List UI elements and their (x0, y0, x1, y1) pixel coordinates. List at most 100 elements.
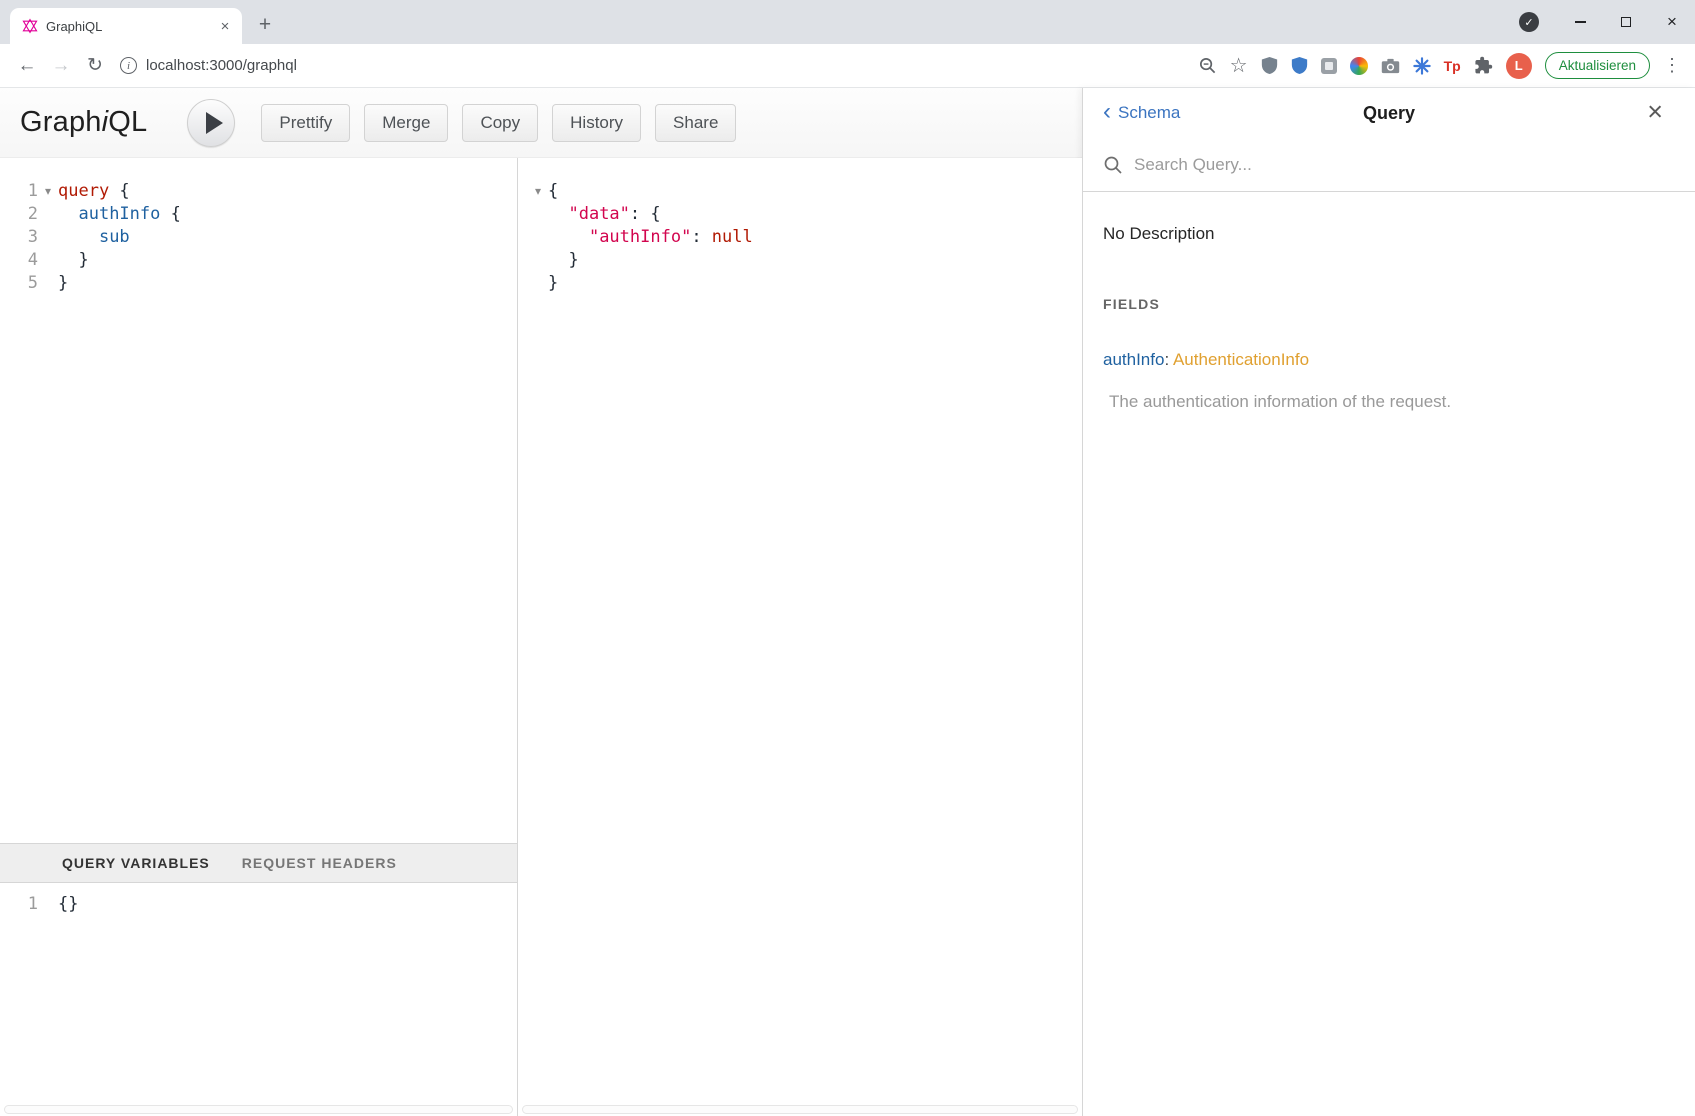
extension-camera-icon[interactable] (1381, 58, 1400, 74)
editors-area: 1▾query {2 authInfo {3 sub4 }5} QUERY VA… (0, 158, 1082, 1116)
browser-tab-graphiql[interactable]: GraphiQL × (10, 8, 242, 44)
browser-update-button[interactable]: Aktualisieren (1545, 52, 1650, 79)
window-close-button[interactable]: × (1649, 0, 1695, 44)
search-icon (1103, 155, 1123, 175)
extension-asterisk-icon[interactable] (1413, 57, 1431, 75)
merge-button[interactable]: Merge (364, 104, 448, 142)
chevron-left-icon: ‹ (1103, 100, 1111, 124)
address-bar-input[interactable]: i localhost:3000/graphql (120, 57, 1198, 74)
tab-close-icon[interactable]: × (216, 17, 234, 35)
browser-toolbar: ← → ↻ i localhost:3000/graphql ☆ (0, 44, 1695, 88)
code-text: } (548, 249, 579, 272)
fold-arrow-icon[interactable]: ▾ (528, 180, 548, 203)
extension-square-icon[interactable] (1321, 58, 1337, 74)
extension-shield-blue-icon[interactable] (1291, 56, 1308, 75)
code-text: } (58, 249, 89, 272)
field-name-link[interactable]: authInfo (1103, 350, 1164, 369)
doc-search (1083, 138, 1695, 192)
window-maximize-button[interactable] (1603, 0, 1649, 44)
type-name-link[interactable]: AuthenticationInfo (1173, 350, 1309, 369)
extension-pinwheel-icon[interactable] (1350, 57, 1368, 75)
bookmark-star-icon[interactable]: ☆ (1230, 53, 1248, 78)
fold-gutter (528, 249, 548, 272)
zoom-icon[interactable] (1198, 56, 1217, 75)
doc-explorer-header: ‹ Schema Query × (1083, 88, 1695, 138)
query-variables-editor[interactable]: 1 {} (0, 883, 517, 1116)
code-line: "data": { (528, 203, 1082, 226)
history-button[interactable]: History (552, 104, 641, 142)
doc-close-icon[interactable]: × (1647, 96, 1663, 127)
response-viewer[interactable]: ▾{ "data": { "authInfo": null }} (518, 158, 1082, 295)
forward-button[interactable]: → (44, 50, 78, 82)
tab-request-headers[interactable]: REQUEST HEADERS (242, 855, 397, 871)
code-line: 3 sub (0, 226, 517, 249)
graphiql-topbar: GraphiQL Prettify Merge Copy History Sha… (0, 88, 1082, 158)
profile-avatar[interactable]: L (1506, 53, 1532, 79)
line-number: 2 (0, 203, 38, 226)
code-line: } (528, 272, 1082, 295)
code-line: 4 } (0, 249, 517, 272)
fold-arrow-icon[interactable]: ▾ (38, 180, 58, 203)
code-text: } (58, 272, 68, 295)
doc-type-description: No Description (1103, 224, 1675, 244)
field-separator: : (1164, 350, 1173, 369)
execute-query-button[interactable] (187, 99, 235, 147)
fold-gutter (528, 226, 548, 249)
new-tab-button[interactable]: + (250, 10, 280, 40)
doc-search-input[interactable] (1134, 155, 1675, 175)
line-number: 5 (0, 272, 38, 295)
code-text: "data": { (548, 203, 661, 226)
fold-gutter (38, 226, 58, 249)
code-line: "authInfo": null (528, 226, 1082, 249)
graphiql-left-section: GraphiQL Prettify Merge Copy History Sha… (0, 88, 1082, 1116)
maximize-icon (1621, 17, 1631, 27)
response-pane: ▾{ "data": { "authInfo": null }} (517, 158, 1082, 1116)
line-number: 4 (0, 249, 38, 272)
graphql-favicon-icon (22, 18, 38, 34)
logo-text-pre: Graph (20, 106, 102, 138)
extension-tampermonkey-icon[interactable]: Tp (1444, 58, 1461, 74)
site-info-icon[interactable]: i (120, 57, 137, 74)
code-line: 1▾query { (0, 180, 517, 203)
toolbar-actions: ☆ Tp L Aktualisieren ⋮ (1198, 52, 1685, 79)
code-text: {} (58, 893, 78, 916)
doc-back-label: Schema (1118, 103, 1180, 123)
query-pane: 1▾query {2 authInfo {3 sub4 }5} QUERY VA… (0, 158, 517, 1116)
fold-gutter (528, 272, 548, 295)
field-description: The authentication information of the re… (1103, 392, 1675, 412)
horizontal-scrollbar[interactable] (522, 1105, 1078, 1114)
copy-button[interactable]: Copy (462, 104, 538, 142)
code-text: authInfo { (58, 203, 181, 226)
reload-button[interactable]: ↻ (78, 50, 112, 82)
code-text: { (548, 180, 558, 203)
browser-window: GraphiQL × + ✓ × ← → ↻ i localhost:3000/… (0, 0, 1695, 1116)
fold-gutter (528, 203, 548, 226)
window-controls: ✓ × (1519, 0, 1695, 44)
code-text: } (548, 272, 558, 295)
code-line: 5} (0, 272, 517, 295)
back-button[interactable]: ← (10, 50, 44, 82)
query-editor[interactable]: 1▾query {2 authInfo {3 sub4 }5} (0, 158, 517, 843)
doc-field-item: authInfo: AuthenticationInfo (1103, 350, 1675, 370)
code-line: 1 {} (0, 893, 517, 916)
share-button[interactable]: Share (655, 104, 736, 142)
doc-content: No Description FIELDS authInfo: Authenti… (1083, 192, 1695, 432)
window-minimize-button[interactable] (1557, 0, 1603, 44)
browser-menu-icon[interactable]: ⋮ (1663, 55, 1681, 76)
horizontal-scrollbar[interactable] (4, 1105, 513, 1114)
line-number: 1 (0, 893, 38, 916)
play-icon (206, 112, 223, 134)
extension-shield-gray-icon[interactable] (1261, 56, 1278, 75)
browser-update-badge-icon[interactable]: ✓ (1519, 12, 1539, 32)
extensions-puzzle-icon[interactable] (1474, 56, 1493, 75)
graphiql-logo: GraphiQL (20, 106, 147, 139)
logo-text-post: QL (108, 106, 147, 138)
code-line: 2 authInfo { (0, 203, 517, 226)
code-text: sub (58, 226, 130, 249)
doc-back-link[interactable]: ‹ Schema (1103, 103, 1180, 124)
fold-gutter (38, 203, 58, 226)
tab-query-variables[interactable]: QUERY VARIABLES (62, 855, 210, 871)
line-number: 3 (0, 226, 38, 249)
prettify-button[interactable]: Prettify (261, 104, 350, 142)
doc-explorer: ‹ Schema Query × No Description FIELDS a… (1082, 88, 1695, 1116)
